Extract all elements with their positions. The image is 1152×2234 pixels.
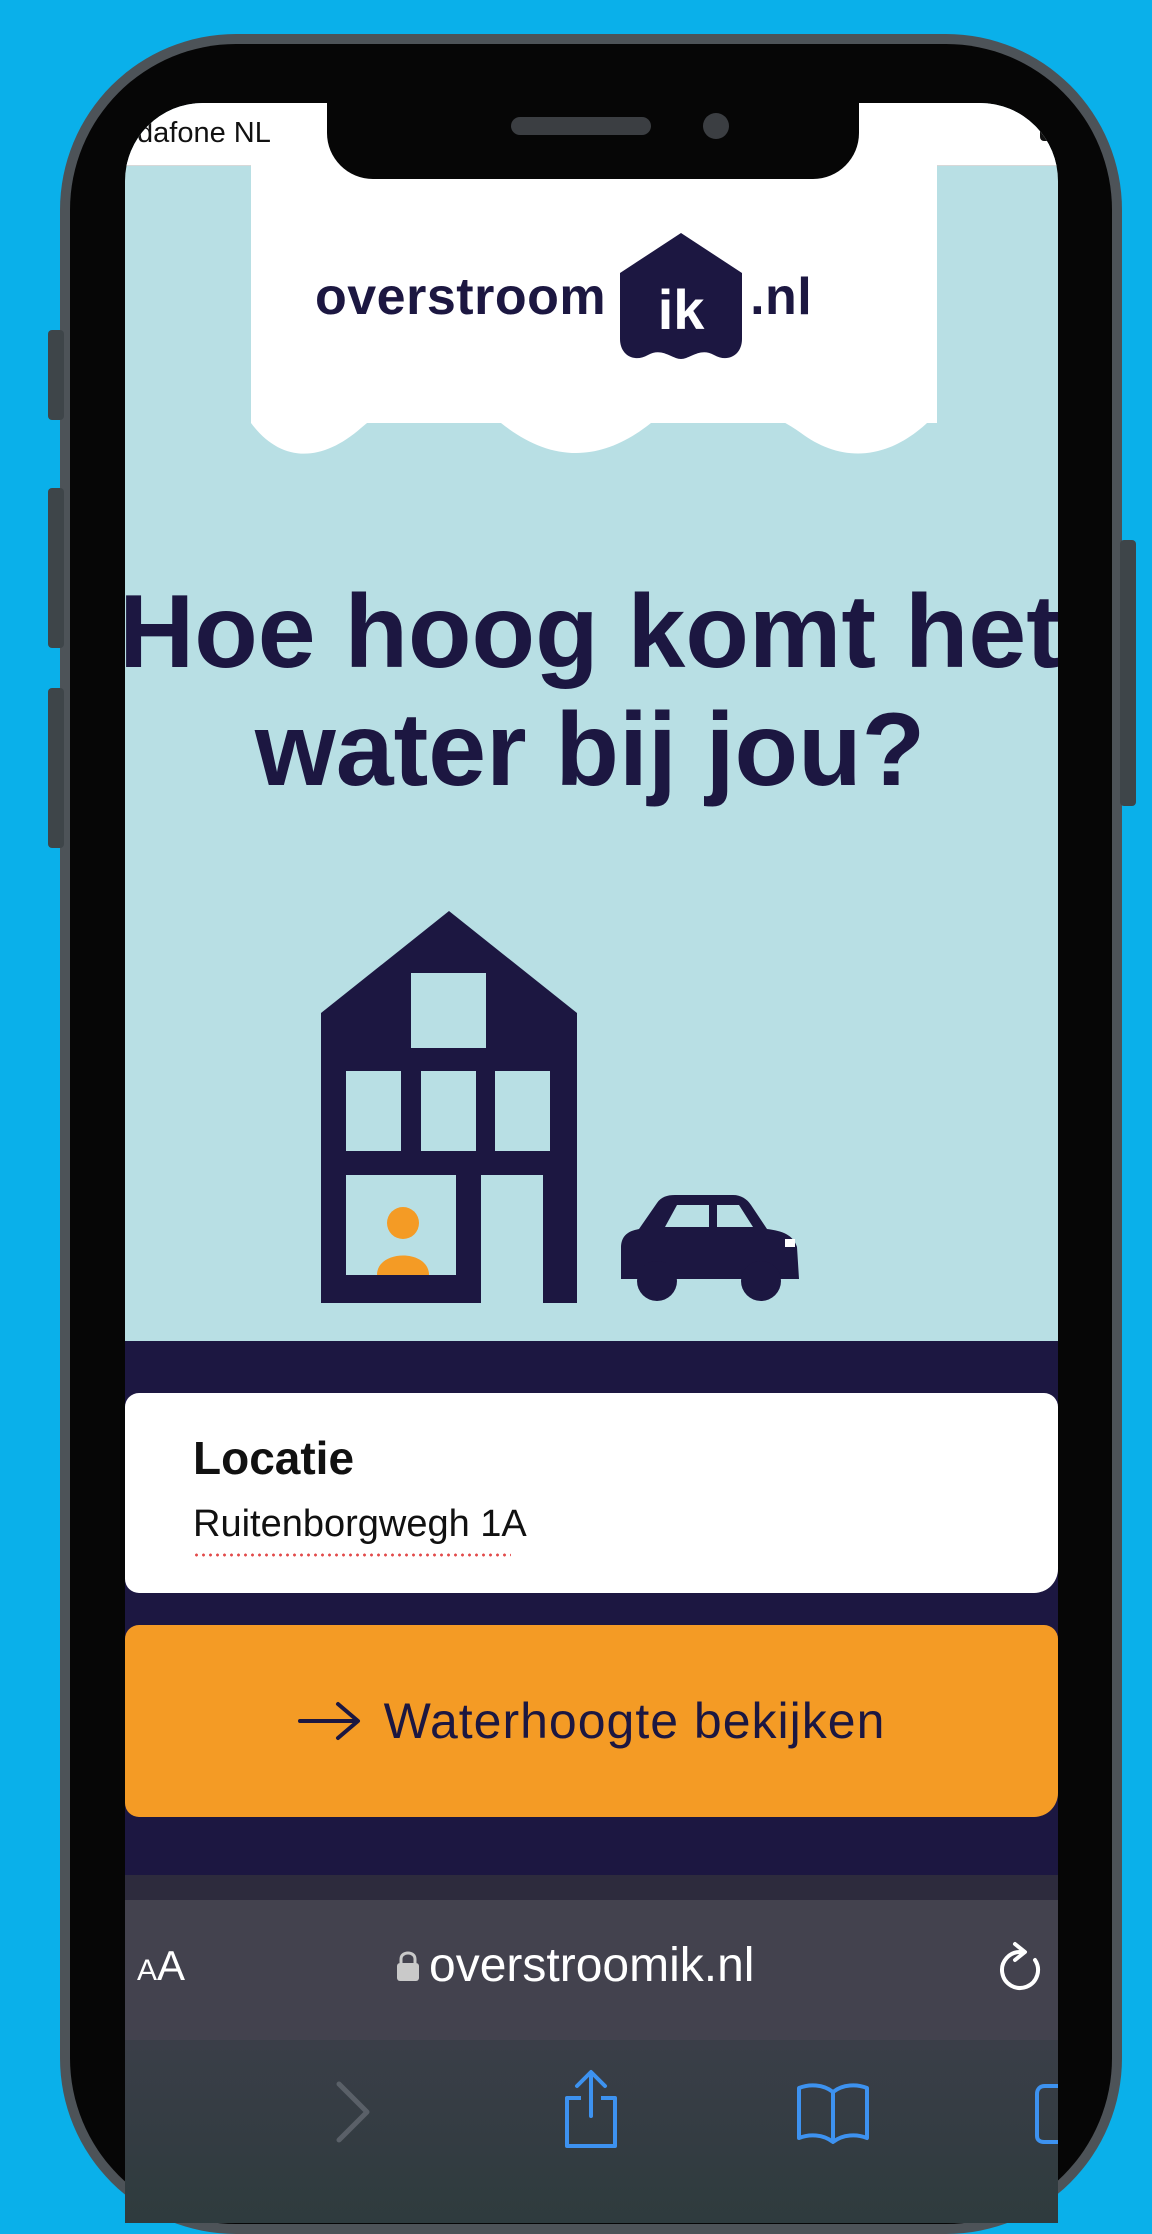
url-text: overstroomik.nl	[429, 1939, 755, 1992]
logo-house-icon: ik	[616, 227, 746, 367]
arrow-right-icon	[297, 1702, 360, 1740]
page-title: Hoe hoog komt het water bij jou?	[125, 573, 1058, 809]
logo-card-wave	[251, 393, 937, 454]
phone-mute-switch	[48, 330, 64, 420]
car-icon	[621, 1195, 799, 1301]
site-logo[interactable]: overstroom ik .nl	[315, 227, 812, 367]
location-input[interactable]	[193, 1503, 893, 1546]
logo-text-right: .nl	[750, 268, 813, 326]
page-title-line-2: water bij jou?	[254, 692, 926, 808]
speaker-grille	[511, 117, 651, 135]
text-size-small: A	[137, 1954, 158, 1987]
carrier-label: dafone NL	[137, 117, 271, 149]
spellcheck-underline	[193, 1553, 511, 1557]
house-icon	[321, 911, 577, 1303]
text-size-button[interactable]: AA	[137, 1942, 185, 1990]
bookmarks-icon[interactable]	[795, 2080, 871, 2144]
reload-icon[interactable]	[993, 1938, 1047, 1998]
text-size-big: A	[157, 1942, 186, 1989]
lock-icon	[397, 1951, 419, 1981]
phone-power-button	[1120, 540, 1136, 806]
tabs-icon[interactable]	[1033, 2080, 1058, 2144]
status-icon	[1040, 123, 1058, 141]
browser-address-bar: AA overstroomik.nl	[125, 1900, 1058, 2040]
front-camera	[703, 113, 729, 139]
phone-screen: dafone NL overstroom ik .nl Hoe hoog kom…	[125, 103, 1058, 2223]
view-water-level-button[interactable]: Waterhoogte bekijken	[125, 1625, 1058, 1817]
logo-text-left: overstroom	[315, 268, 607, 326]
location-label: Locatie	[193, 1432, 355, 1484]
logo-badge-text: ik	[657, 278, 705, 341]
page-title-line-1: Hoe hoog komt het	[125, 574, 1058, 690]
view-water-level-label: Waterhoogte bekijken	[383, 1693, 886, 1749]
location-field[interactable]: Locatie	[125, 1393, 1058, 1593]
phone-volume-up	[48, 488, 64, 648]
phone-volume-down	[48, 688, 64, 848]
forward-icon[interactable]	[333, 2080, 373, 2144]
browser-toolbar	[125, 2040, 1058, 2223]
house-car-illustration	[321, 911, 799, 1303]
browser-bar-shadow	[125, 1875, 1058, 1900]
url-field[interactable]: overstroomik.nl	[395, 1938, 754, 1993]
phone-notch	[327, 97, 859, 179]
share-icon[interactable]	[561, 2068, 621, 2150]
